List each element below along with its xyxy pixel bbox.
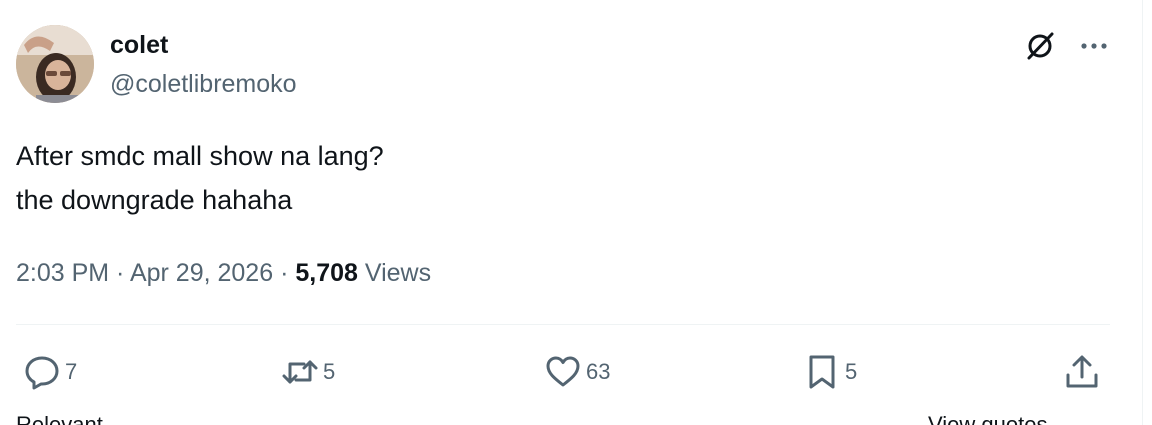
tweet-text: After smdc mall show na lang? the downgr…	[16, 134, 1096, 222]
avatar[interactable]	[16, 25, 94, 103]
repost-icon	[282, 360, 318, 384]
meta-separator: ·	[273, 259, 296, 287]
tweet-detail: colet @coletlibremoko After smdc mall sh…	[0, 0, 1152, 425]
avatar-image	[16, 25, 94, 103]
tweet-text-line: After smdc mall show na lang?	[16, 141, 384, 171]
views-label: Views	[364, 259, 432, 287]
like-button[interactable]: 63	[543, 352, 610, 392]
tweet-time[interactable]: 2:03 PM	[16, 259, 109, 287]
reply-button[interactable]: 7	[22, 352, 77, 392]
sort-relevant-link[interactable]: Relevant	[16, 412, 103, 425]
reply-icon	[25, 356, 59, 390]
share-button[interactable]	[1062, 352, 1102, 392]
repost-button[interactable]: 5	[280, 352, 335, 392]
grok-button[interactable]	[1022, 28, 1058, 64]
tweet-date[interactable]: Apr 29, 2026	[130, 259, 273, 287]
more-icon	[1081, 43, 1107, 49]
column-border	[1142, 0, 1143, 425]
divider	[16, 324, 1110, 325]
user-handle[interactable]: @coletlibremoko	[110, 69, 297, 99]
meta-separator: ·	[109, 259, 130, 287]
bookmark-button[interactable]: 5	[802, 352, 857, 392]
bookmark-count: 5	[845, 359, 858, 384]
share-icon	[1066, 355, 1098, 388]
heart-icon	[546, 356, 580, 387]
view-quotes-link[interactable]: View quotes	[928, 412, 1047, 425]
views-count[interactable]: 5,708	[295, 259, 358, 287]
grok-icon	[1027, 32, 1054, 60]
tweet-meta: 2:03 PM · Apr 29, 2026 · 5,708 Views	[16, 256, 431, 290]
more-button[interactable]	[1074, 28, 1114, 64]
like-count: 63	[586, 359, 611, 384]
reply-count: 7	[65, 359, 78, 384]
bookmark-icon	[809, 355, 835, 389]
tweet-text-line: the downgrade hahaha	[16, 185, 293, 215]
repost-count: 5	[323, 359, 336, 384]
display-name[interactable]: colet	[110, 30, 168, 60]
